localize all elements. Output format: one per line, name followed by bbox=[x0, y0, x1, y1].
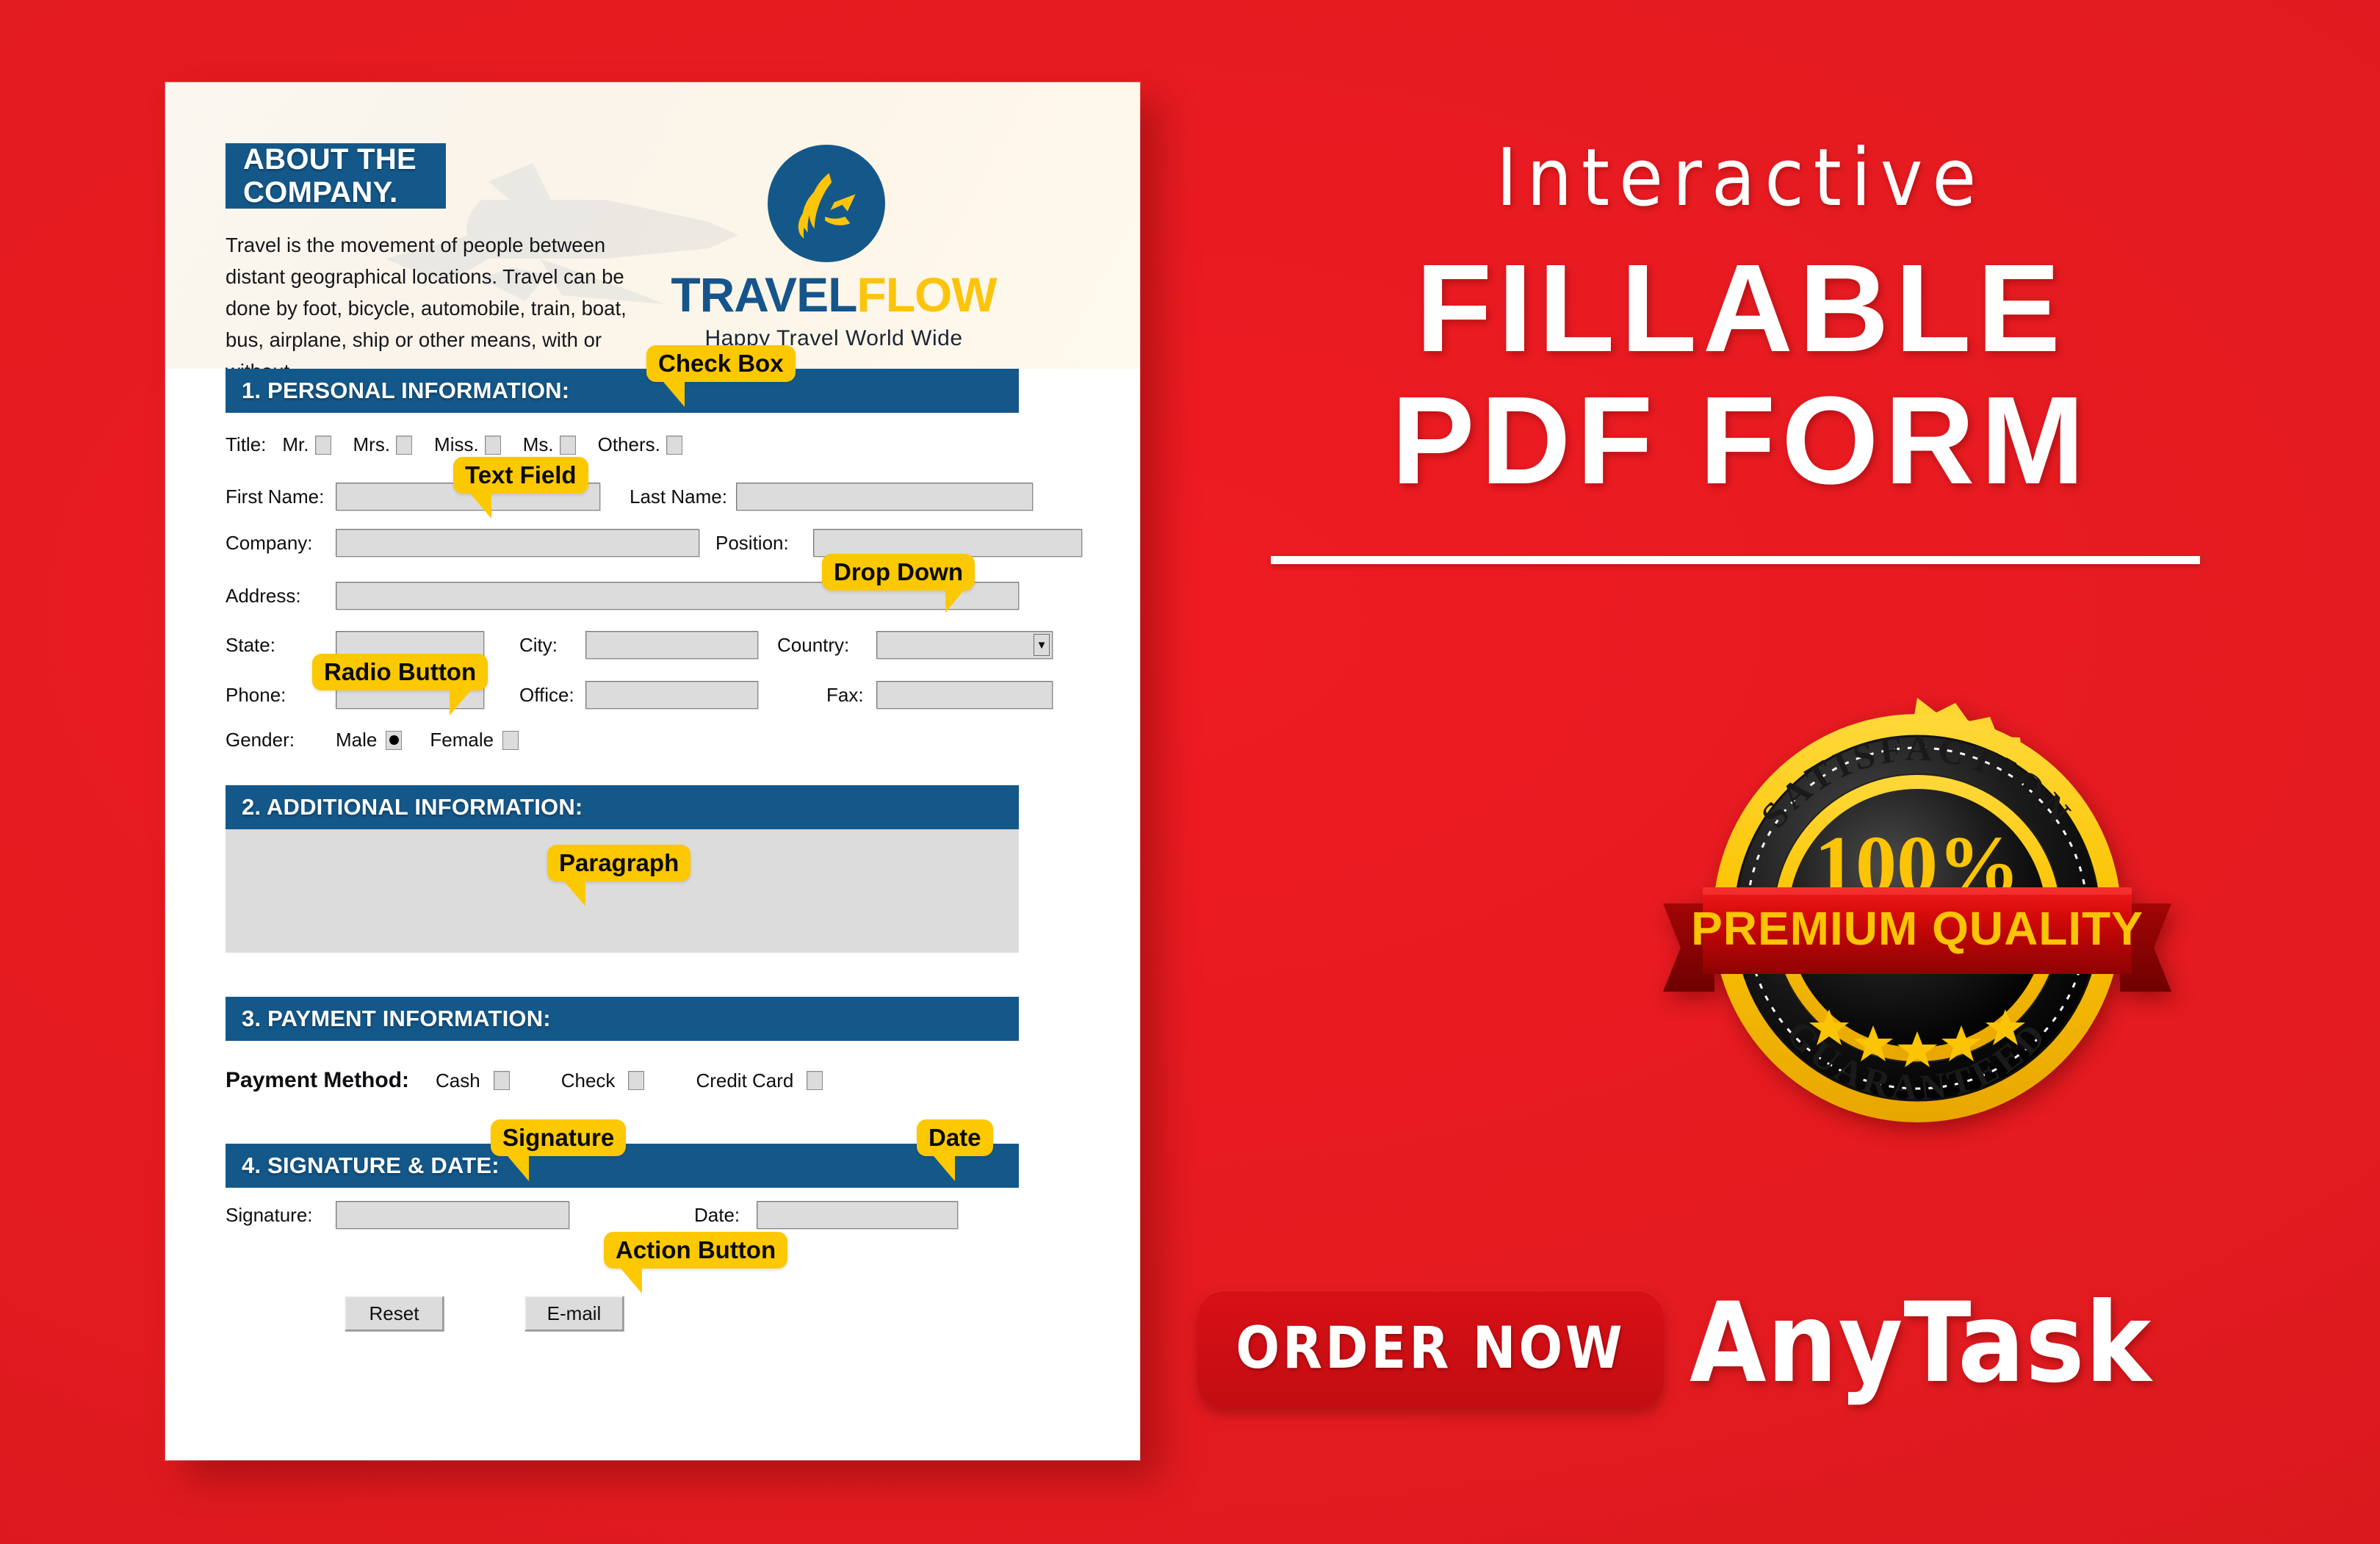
date-input[interactable] bbox=[757, 1201, 958, 1229]
payment-check-label: Check bbox=[560, 1069, 616, 1092]
callout-signature: Signature bbox=[491, 1119, 627, 1181]
fax-input[interactable] bbox=[876, 681, 1053, 709]
promo-divider bbox=[1271, 556, 2200, 564]
title-others-checkbox[interactable] bbox=[666, 435, 682, 455]
payment-method-row: Payment Method: Cash Check Credit Card bbox=[226, 1068, 823, 1093]
company-input[interactable] bbox=[336, 529, 699, 557]
badge-ribbon-text: PREMIUM QUALITY bbox=[1691, 902, 2143, 955]
payment-cash-label: Cash bbox=[436, 1069, 480, 1092]
section-4-heading: 4. SIGNATURE & DATE: bbox=[242, 1152, 500, 1178]
callout-action-button-label: Action Button bbox=[616, 1236, 776, 1263]
travelflow-swoosh-icon bbox=[768, 145, 885, 262]
form-buttons-row: Reset E-mail bbox=[226, 1296, 624, 1331]
title-ms-checkbox[interactable] bbox=[559, 435, 576, 455]
gender-female-label: Female bbox=[430, 729, 494, 751]
country-label: Country: bbox=[777, 633, 850, 656]
city-label: City: bbox=[519, 633, 558, 656]
date-label: Date: bbox=[694, 1203, 740, 1226]
chevron-down-icon[interactable]: ▼ bbox=[1034, 634, 1050, 656]
section-1-heading: 1. PERSONAL INFORMATION: bbox=[242, 378, 570, 403]
city-input[interactable] bbox=[585, 631, 758, 659]
last-name-input[interactable] bbox=[736, 483, 1033, 511]
promo-panel: Interactive FILLABLE PDF FORM SATISFACTI… bbox=[1175, 0, 2380, 1544]
signature-row: Signature: Date: bbox=[226, 1201, 958, 1229]
form-header: ABOUT THE COMPANY. Travel is the movemen… bbox=[165, 82, 1140, 369]
about-body-text: Travel is the movement of people between… bbox=[226, 234, 627, 369]
callout-drop-down: Drop Down bbox=[822, 554, 975, 613]
title-option-mrs-label: Mrs. bbox=[353, 433, 391, 455]
title-option-miss-label: Miss. bbox=[434, 433, 479, 455]
section-2-heading: 2. ADDITIONAL INFORMATION: bbox=[242, 794, 583, 820]
fax-label: Fax: bbox=[826, 683, 864, 706]
payment-cash-checkbox[interactable] bbox=[493, 1071, 510, 1090]
company-label: Company: bbox=[226, 531, 313, 554]
callout-radio-button: Radio Button bbox=[312, 654, 488, 715]
section-header-additional-information: 2. ADDITIONAL INFORMATION: bbox=[226, 785, 1019, 829]
promo-kicker: Interactive bbox=[1496, 132, 1986, 224]
title-label: Title: bbox=[226, 433, 267, 455]
callout-text-field: Text Field bbox=[453, 457, 588, 519]
promo-headline-line2: PDF FORM bbox=[1391, 371, 2091, 511]
callout-radio-button-label: Radio Button bbox=[324, 658, 477, 685]
callout-paragraph: Paragraph bbox=[547, 845, 691, 906]
name-row: First Name: Last Name: bbox=[226, 483, 1033, 511]
title-mr-checkbox[interactable] bbox=[314, 435, 331, 455]
title-miss-checkbox[interactable] bbox=[484, 435, 501, 455]
about-heading: ABOUT THE COMPANY. bbox=[243, 143, 417, 209]
callout-drop-down-label: Drop Down bbox=[834, 558, 963, 585]
order-now-button[interactable]: ORDER NOW bbox=[1197, 1290, 1664, 1407]
position-input[interactable] bbox=[813, 529, 1082, 557]
address-label: Address: bbox=[226, 584, 301, 607]
title-option-others-label: Others. bbox=[597, 433, 660, 455]
callout-check-box: Check Box bbox=[646, 345, 796, 407]
anytask-brand-logo: AnyTask bbox=[1690, 1280, 2152, 1407]
last-name-label: Last Name: bbox=[630, 485, 727, 508]
section-header-personal-information: 1. PERSONAL INFORMATION: bbox=[226, 369, 1019, 413]
promo-headline-line1: FILLABLE bbox=[1416, 239, 2066, 378]
state-label: State: bbox=[226, 633, 275, 656]
reset-button[interactable]: Reset bbox=[345, 1296, 444, 1331]
office-input[interactable] bbox=[585, 681, 758, 709]
payment-check-checkbox[interactable] bbox=[628, 1071, 645, 1090]
section-header-payment-information: 3. PAYMENT INFORMATION: bbox=[226, 997, 1019, 1041]
order-now-label: ORDER NOW bbox=[1236, 1316, 1626, 1382]
callout-check-box-label: Check Box bbox=[658, 350, 784, 377]
signature-input[interactable] bbox=[336, 1201, 569, 1229]
email-button[interactable]: E-mail bbox=[524, 1296, 624, 1331]
position-label: Position: bbox=[715, 531, 789, 554]
callout-action-button: Action Button bbox=[604, 1232, 788, 1294]
callout-date: Date bbox=[917, 1119, 993, 1181]
title-option-ms-label: Ms. bbox=[522, 433, 554, 455]
satisfaction-guarantee-badge: SATISFACTION GUARANTEED 100% PREMIUM QUA… bbox=[1645, 683, 2189, 1153]
gender-female-radio[interactable] bbox=[502, 730, 519, 750]
payment-credit-card-label: Credit Card bbox=[696, 1069, 794, 1092]
payment-method-label: Payment Method: bbox=[226, 1068, 410, 1092]
about-the-company-banner: ABOUT THE COMPANY. bbox=[226, 143, 446, 209]
logo-word-travel: TRAVEL bbox=[671, 267, 857, 322]
form-body: 1. PERSONAL INFORMATION: Check Box Title… bbox=[165, 345, 1140, 1460]
section-3-heading: 3. PAYMENT INFORMATION: bbox=[242, 1006, 551, 1031]
pdf-form-page: ABOUT THE COMPANY. Travel is the movemen… bbox=[165, 82, 1140, 1460]
gender-male-radio[interactable] bbox=[386, 730, 403, 750]
country-dropdown[interactable]: ▼ bbox=[876, 631, 1053, 659]
callout-text-field-label: Text Field bbox=[465, 461, 577, 488]
title-row: Title: Mr. Mrs. Miss. Ms. Others. bbox=[226, 433, 682, 456]
gender-male-label: Male bbox=[336, 729, 378, 751]
office-label: Office: bbox=[519, 683, 574, 706]
payment-credit-card-checkbox[interactable] bbox=[807, 1071, 823, 1090]
callout-signature-label: Signature bbox=[502, 1124, 615, 1151]
gender-label: Gender: bbox=[226, 729, 295, 751]
callout-paragraph-label: Paragraph bbox=[559, 849, 679, 876]
title-option-mr-label: Mr. bbox=[282, 433, 309, 455]
company-row: Company: Position: bbox=[226, 529, 1082, 557]
first-name-label: First Name: bbox=[226, 485, 325, 508]
title-mrs-checkbox[interactable] bbox=[396, 435, 413, 455]
travelflow-wordmark: TRAVELFLOW bbox=[628, 270, 1039, 319]
callout-date-label: Date bbox=[928, 1124, 981, 1151]
logo-word-flow: FLOW bbox=[857, 267, 997, 322]
signature-label: Signature: bbox=[226, 1203, 313, 1226]
gender-row: Gender: Male Female bbox=[226, 729, 519, 751]
